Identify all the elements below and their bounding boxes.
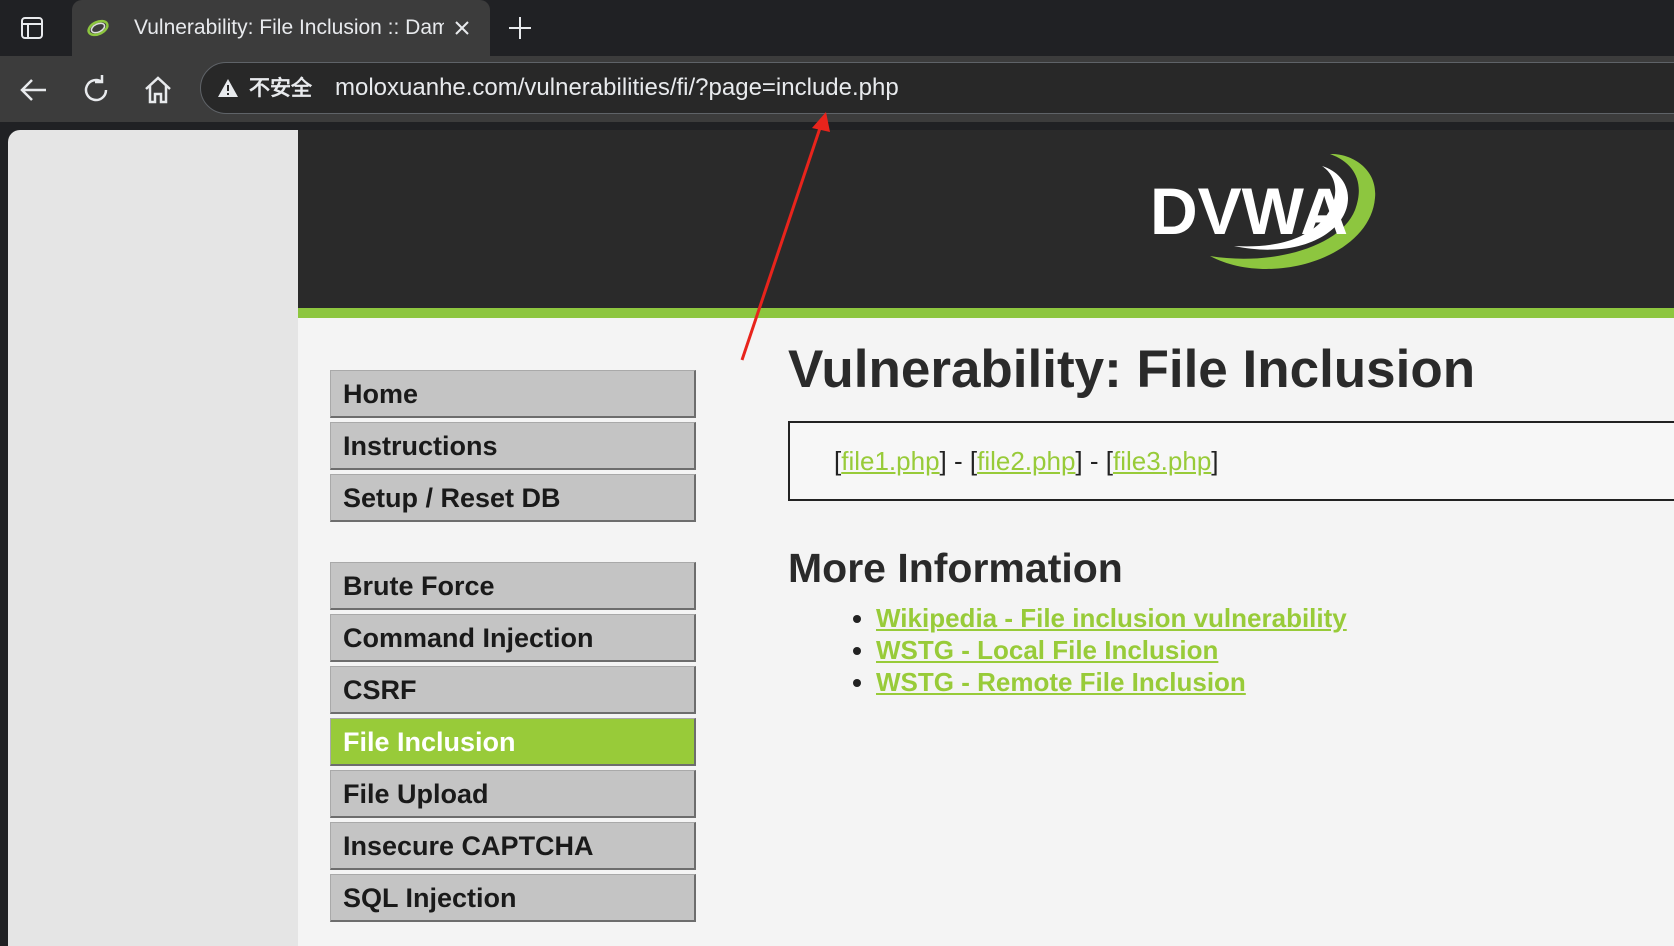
new-tab-icon[interactable]	[506, 14, 534, 42]
address-bar[interactable]: 不安全 moloxuanhe.com/vulnerabilities/fi/?p…	[200, 62, 1674, 114]
file2-link[interactable]: file2.php	[977, 446, 1075, 476]
dvwa-favicon-icon	[86, 17, 110, 39]
list-item: WSTG - Remote File Inclusion	[876, 666, 1347, 698]
menu-item-insecure-captcha[interactable]: Insecure CAPTCHA	[330, 822, 696, 870]
warning-icon[interactable]	[217, 77, 239, 99]
more-information-list: Wikipedia - File inclusion vulnerability…	[848, 602, 1347, 698]
list-item: Wikipedia - File inclusion vulnerability	[876, 602, 1347, 634]
file1-link[interactable]: file1.php	[841, 446, 939, 476]
menu-item-brute-force[interactable]: Brute Force	[330, 562, 696, 610]
browser-toolbar: 不安全 moloxuanhe.com/vulnerabilities/fi/?p…	[0, 56, 1674, 122]
wstg-local-file-inclusion-link[interactable]: WSTG - Local File Inclusion	[876, 635, 1218, 665]
svg-text:DVWA: DVWA	[1150, 174, 1348, 248]
menu-item-sql-injection[interactable]: SQL Injection	[330, 874, 696, 922]
page-title: Vulnerability: File Inclusion	[788, 340, 1476, 399]
close-tab-icon[interactable]	[450, 16, 474, 40]
menu-item-file-inclusion[interactable]: File Inclusion	[330, 718, 696, 766]
menu-item-setup-reset-db[interactable]: Setup / Reset DB	[330, 474, 696, 522]
dvwa-logo: DVWA	[1150, 153, 1376, 270]
file-links-box: [file1.php] - [file2.php] - [file3.php]	[788, 421, 1674, 501]
tab-strip: Vulnerability: File Inclusion :: Damn Vu…	[0, 0, 1674, 56]
reload-icon[interactable]	[78, 72, 114, 108]
file3-link[interactable]: file3.php	[1113, 446, 1211, 476]
wikipedia-file-inclusion-link[interactable]: Wikipedia - File inclusion vulnerability	[876, 603, 1347, 633]
dvwa-page: DVWA Home Instructions Setup / Reset DB …	[298, 130, 1674, 946]
menu-item-home[interactable]: Home	[330, 370, 696, 418]
wstg-remote-file-inclusion-link[interactable]: WSTG - Remote File Inclusion	[876, 667, 1246, 697]
file-links: [file1.php] - [file2.php] - [file3.php]	[834, 446, 1219, 476]
security-status[interactable]: 不安全	[249, 63, 312, 113]
menu-item-instructions[interactable]: Instructions	[330, 422, 696, 470]
menu-item-file-upload[interactable]: File Upload	[330, 770, 696, 818]
tab-actions-icon[interactable]	[18, 14, 46, 42]
more-information-heading: More Information	[788, 545, 1123, 591]
list-item: WSTG - Local File Inclusion	[876, 634, 1347, 666]
browser-tab[interactable]: Vulnerability: File Inclusion :: Damn Vu…	[72, 0, 490, 56]
tab-title: Vulnerability: File Inclusion :: Damn Vu…	[134, 16, 444, 39]
dvwa-header: DVWA	[298, 130, 1674, 310]
menu-item-csrf[interactable]: CSRF	[330, 666, 696, 714]
header-stripe	[298, 308, 1674, 318]
page-viewport: DVWA Home Instructions Setup / Reset DB …	[8, 130, 1674, 946]
url-text[interactable]: moloxuanhe.com/vulnerabilities/fi/?page=…	[335, 63, 899, 113]
back-arrow-icon[interactable]	[16, 72, 52, 108]
menu-item-command-injection[interactable]: Command Injection	[330, 614, 696, 662]
home-icon[interactable]	[140, 72, 176, 108]
